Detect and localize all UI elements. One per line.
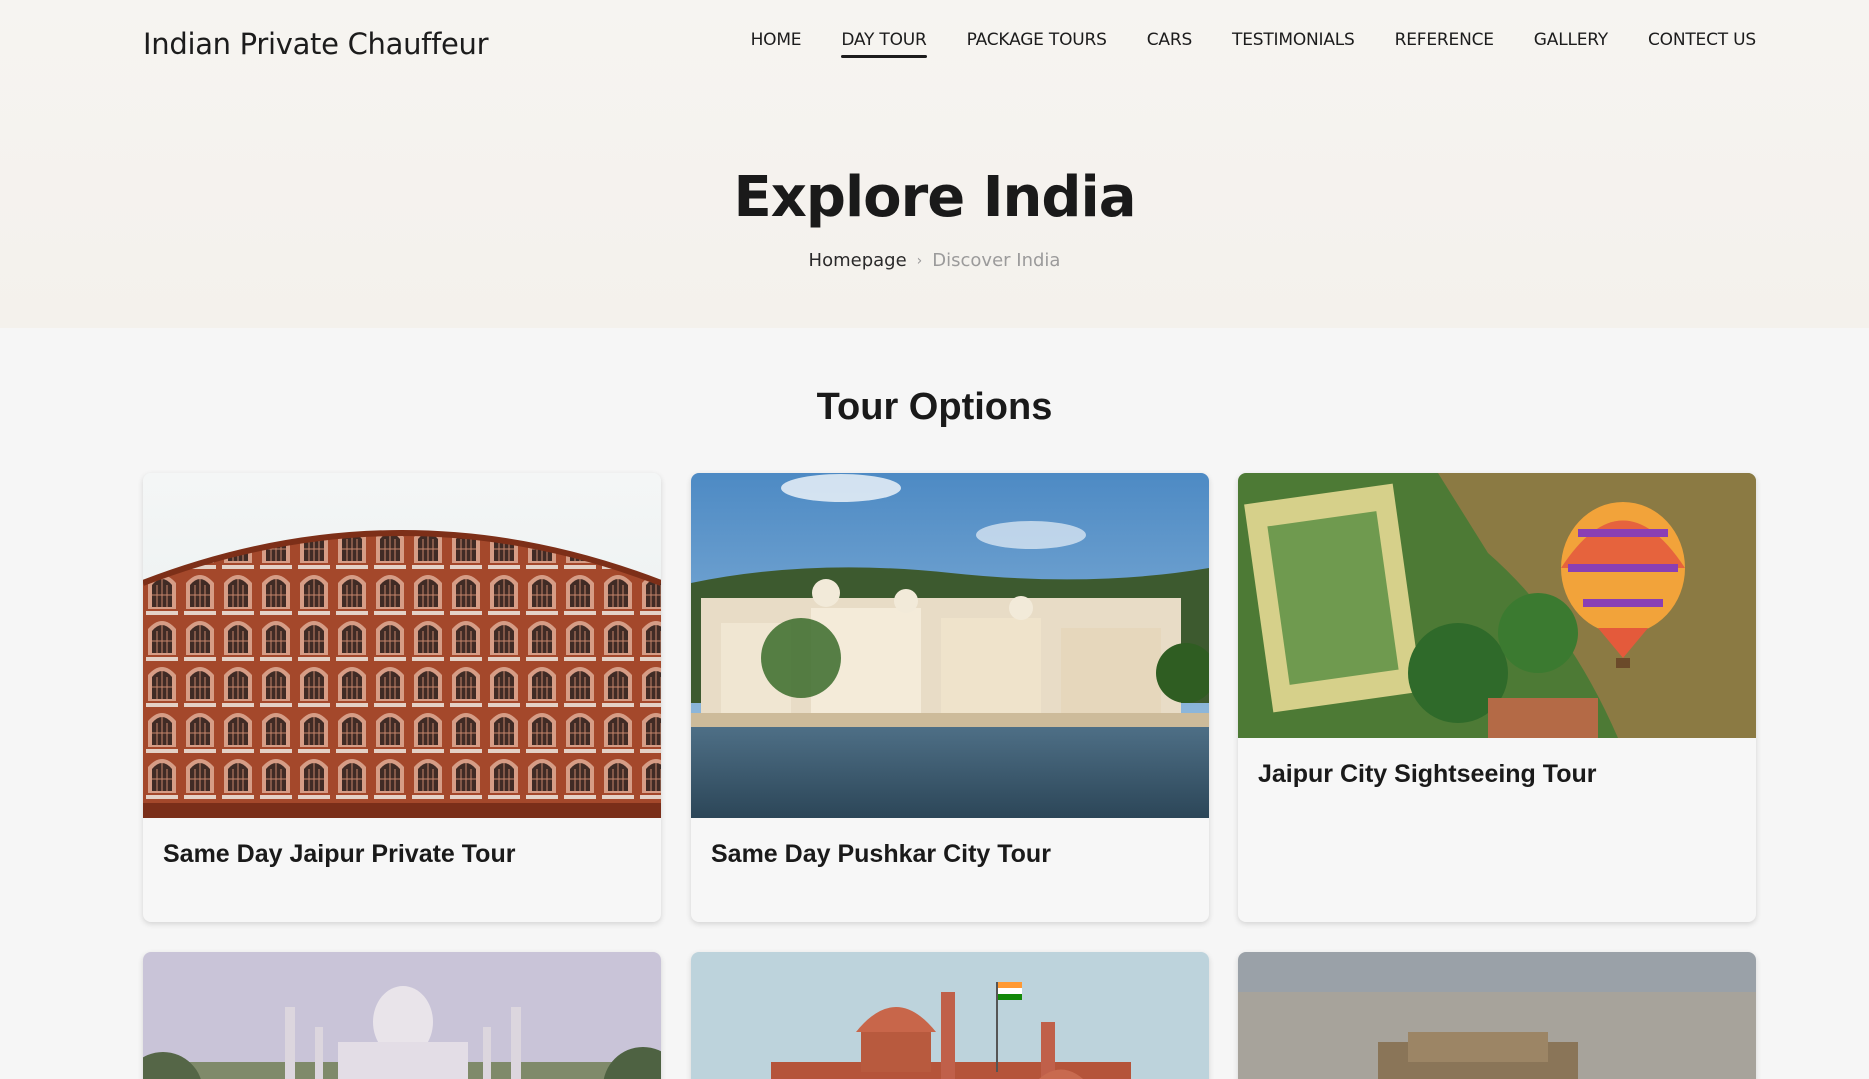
tour-card-image [1238, 473, 1756, 738]
tour-card-title[interactable]: Jaipur City Sightseeing Tour [1238, 738, 1756, 789]
main-nav: HOME DAY TOUR PACKAGE TOURS CARS TESTIMO… [711, 30, 1756, 58]
brand-logo[interactable]: Indian Private Chauffeur [143, 27, 489, 61]
tour-card[interactable] [691, 952, 1209, 1079]
breadcrumb-home-link[interactable]: Homepage [809, 250, 907, 271]
nav-day-tour[interactable]: DAY TOUR [841, 30, 927, 58]
breadcrumb: Homepage › Discover India [0, 250, 1869, 271]
red-fort-photo [691, 952, 1209, 1079]
nav-reference[interactable]: REFERENCE [1395, 30, 1494, 56]
taj-mahal-photo [143, 952, 661, 1079]
chevron-right-icon: › [916, 252, 923, 269]
tour-card-image [1238, 952, 1756, 1079]
nav-testimonials[interactable]: TESTIMONIALS [1232, 30, 1355, 56]
hero-banner: Indian Private Chauffeur HOME DAY TOUR P… [0, 0, 1869, 328]
nav-contact-us[interactable]: CONTECT US [1648, 30, 1756, 56]
tour-card-title[interactable]: Same Day Jaipur Private Tour [143, 818, 661, 869]
section-heading: Tour Options [816, 386, 1053, 428]
pushkar-ghats-photo [691, 473, 1209, 818]
tour-card-image [691, 952, 1209, 1079]
tour-card[interactable] [143, 952, 661, 1079]
tour-card[interactable]: Same Day Pushkar City Tour [691, 473, 1209, 922]
nav-package-tours[interactable]: PACKAGE TOURS [967, 30, 1107, 56]
tour-card[interactable]: Same Day Jaipur Private Tour [143, 473, 661, 922]
breadcrumb-current: Discover India [932, 250, 1061, 271]
tour-card-image [691, 473, 1209, 818]
tour-card-image [143, 473, 661, 818]
tour-card[interactable] [1238, 952, 1756, 1079]
city-aerial-photo [1238, 952, 1756, 1079]
tour-card-image [143, 952, 661, 1079]
tour-card-title[interactable]: Same Day Pushkar City Tour [691, 818, 1209, 869]
nav-cars[interactable]: CARS [1147, 30, 1193, 56]
nav-gallery[interactable]: GALLERY [1534, 30, 1608, 56]
nav-home[interactable]: HOME [751, 30, 802, 56]
hawa-mahal-photo [143, 473, 661, 818]
hot-air-balloon-photo [1238, 473, 1756, 738]
tour-card[interactable]: Jaipur City Sightseeing Tour [1238, 473, 1756, 922]
page-title: Explore India [733, 165, 1137, 230]
